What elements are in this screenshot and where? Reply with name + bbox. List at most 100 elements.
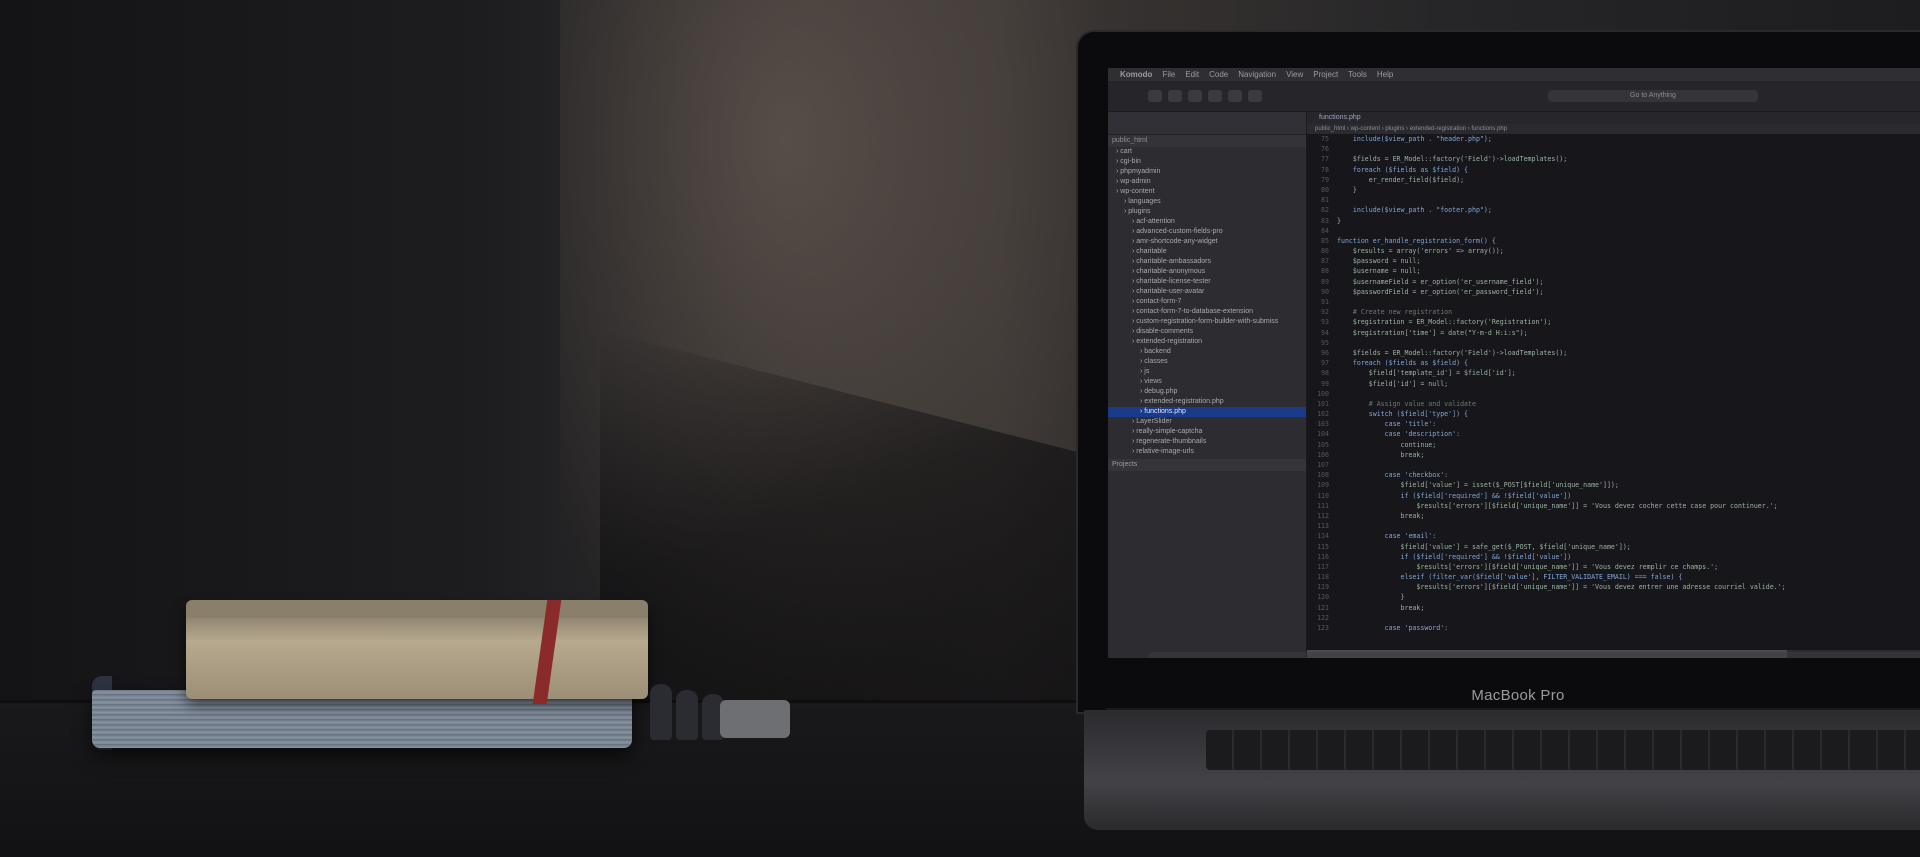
line-number: 105	[1317, 440, 1329, 449]
eraser	[720, 700, 790, 738]
tab-functions-php[interactable]: functions.php	[1307, 112, 1920, 124]
code-line: 112 break;	[1307, 511, 1920, 521]
code-line: 119 $results['errors'][$field['unique_na…	[1307, 582, 1920, 592]
menu-item-tools[interactable]: Tools	[1348, 70, 1367, 79]
tree-item[interactable]: › really-simple-captcha	[1108, 427, 1306, 437]
code-text: }	[1337, 216, 1341, 225]
code-line: 93 $registration = ER_Model::factory('Re…	[1307, 317, 1920, 327]
code-line: 76	[1307, 144, 1920, 154]
forward-button[interactable]	[1168, 90, 1182, 102]
tree-item[interactable]: › charitable-anonymous	[1108, 267, 1306, 277]
code-text: case 'checkbox':	[1337, 471, 1449, 480]
code-line: 122	[1307, 613, 1920, 623]
code-text: case 'email':	[1337, 532, 1437, 541]
tree-item[interactable]: › charitable-license-tester	[1108, 277, 1306, 287]
menu-item-komodo[interactable]: Komodo	[1120, 70, 1152, 79]
code-line: 102 switch ($field['type']) {	[1307, 409, 1920, 419]
code-text: foreach ($fields as $field) {	[1337, 359, 1469, 368]
tree-item[interactable]: › cgi-bin	[1108, 157, 1306, 167]
line-number: 95	[1321, 338, 1329, 347]
menu-item-view[interactable]: View	[1286, 70, 1303, 79]
line-number: 101	[1317, 399, 1329, 408]
code-text: break;	[1337, 450, 1425, 459]
laptop-keyboard	[1206, 730, 1920, 770]
code-text: $field['value'] = safe_get($_POST, $fiel…	[1337, 542, 1631, 551]
code-line: 114 case 'email':	[1307, 531, 1920, 541]
tree-item[interactable]: › custom-registration-form-builder-with-…	[1108, 317, 1306, 327]
code-line: 83}	[1307, 216, 1920, 226]
code-text: $results['errors'][$field['unique_name']…	[1337, 562, 1719, 571]
open-button[interactable]	[1228, 90, 1242, 102]
tree-item[interactable]: › plugins	[1108, 207, 1306, 217]
code-line: 120 }	[1307, 592, 1920, 602]
code-text: $field['value'] = isset($_POST[$field['u…	[1337, 481, 1619, 490]
tree-item[interactable]: › phpmyadmin	[1108, 167, 1306, 177]
tree-item[interactable]: › charitable-ambassadors	[1108, 257, 1306, 267]
code-line: 75 include($view_path . "header.php");	[1307, 134, 1920, 144]
save-button[interactable]	[1248, 90, 1262, 102]
tree-item[interactable]: › functions.php	[1108, 407, 1306, 417]
code-area[interactable]: 75 include($view_path . "header.php"); 76…	[1307, 134, 1920, 644]
code-text: # Assign value and validate	[1337, 399, 1476, 408]
line-number: 98	[1321, 369, 1329, 378]
code-text: function er_handle_registration_form() {	[1337, 236, 1496, 245]
menu-item-code[interactable]: Code	[1209, 70, 1228, 79]
code-text: case 'description':	[1337, 430, 1461, 439]
photo-scene: Komodo File Edit Code Navigation View Project T…	[0, 0, 1920, 857]
line-number: 114	[1317, 532, 1329, 541]
code-line: 97 foreach ($fields as $field) {	[1307, 358, 1920, 368]
menu-item-help[interactable]: Help	[1377, 70, 1393, 79]
tree-item[interactable]: › relative-image-urls	[1108, 447, 1306, 457]
line-number: 110	[1317, 491, 1329, 500]
menu-item-edit[interactable]: Edit	[1185, 70, 1199, 79]
code-text: if ($field['required'] && !$field['value…	[1337, 491, 1572, 500]
pen	[650, 684, 672, 740]
tree-item[interactable]: › classes	[1108, 357, 1306, 367]
tree-item[interactable]: › extended-registration.php	[1108, 397, 1306, 407]
tree-item[interactable]: › charitable-user-avatar	[1108, 287, 1306, 297]
tree-item[interactable]: › regenerate-thumbnails	[1108, 437, 1306, 447]
back-button[interactable]	[1148, 90, 1162, 102]
tree-item[interactable]: › wp-content	[1108, 187, 1306, 197]
code-text: $usernameField = er_option('er_username_…	[1337, 277, 1544, 286]
tree-item[interactable]: › extended-registration	[1108, 337, 1306, 347]
tree-item[interactable]: › js	[1108, 367, 1306, 377]
line-number: 123	[1317, 624, 1329, 632]
tree-item[interactable]: › wp-admin	[1108, 177, 1306, 187]
tree-item[interactable]: › acf-attention	[1108, 217, 1306, 227]
code-line: 86 $results = array('errors' => array())…	[1307, 246, 1920, 256]
code-text: foreach ($fields as $field) {	[1337, 165, 1469, 174]
undo-button[interactable]	[1188, 90, 1202, 102]
menu-item-file[interactable]: File	[1162, 70, 1175, 79]
tree-item[interactable]: › disable-comments	[1108, 327, 1306, 337]
code-line: 98 $field['template_id'] = $field['id'];	[1307, 368, 1920, 378]
line-number: 91	[1321, 298, 1329, 306]
projects-pane-label[interactable]: Projects	[1108, 459, 1306, 471]
tree-item[interactable]: › amr-shortcode-any-widget	[1108, 237, 1306, 247]
tree-item[interactable]: › contact-form-7-to-database-extension	[1108, 307, 1306, 317]
line-number: 104	[1317, 430, 1329, 439]
line-number: 76	[1321, 145, 1329, 154]
tree-item[interactable]: › backend	[1108, 347, 1306, 357]
tree-item[interactable]: › contact-form-7	[1108, 297, 1306, 307]
line-number: 82	[1321, 206, 1329, 215]
tree-item[interactable]: › debug.php	[1108, 387, 1306, 397]
tree-item[interactable]: › LayerSlider	[1108, 417, 1306, 427]
tree-item[interactable]: › cart	[1108, 147, 1306, 157]
tree-item[interactable]: › charitable	[1108, 247, 1306, 257]
code-line: 95	[1307, 338, 1920, 348]
tree-item[interactable]: › advanced-custom-fields-pro	[1108, 227, 1306, 237]
laptop-screen: Komodo File Edit Code Navigation View Project T…	[1108, 68, 1920, 658]
go-to-anything-input[interactable]: Go to Anything	[1548, 90, 1758, 102]
line-number: 81	[1321, 196, 1329, 205]
tree-item[interactable]: › languages	[1108, 197, 1306, 207]
pen	[676, 690, 698, 740]
redo-button[interactable]	[1208, 90, 1222, 102]
project-sidebar: public_html › cart › cgi-bin › phpmyadmin ›…	[1108, 112, 1307, 658]
code-line: 92 # Create new registration	[1307, 307, 1920, 317]
menu-item-project[interactable]: Project	[1313, 70, 1338, 79]
code-text: $results['errors'][$field['unique_name']…	[1337, 501, 1778, 510]
tree-item[interactable]: › views	[1108, 377, 1306, 387]
menu-item-navigation[interactable]: Navigation	[1238, 70, 1276, 79]
code-line: 117 $results['errors'][$field['unique_na…	[1307, 562, 1920, 572]
